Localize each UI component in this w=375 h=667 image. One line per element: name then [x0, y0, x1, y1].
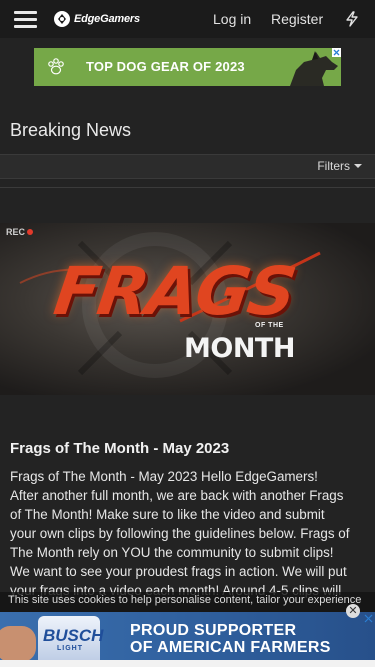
article-title[interactable]: Frags of The Month - May 2023: [10, 440, 229, 457]
close-ad-icon[interactable]: ✕: [346, 604, 360, 618]
ad-brand-sub: LIGHT: [57, 645, 83, 652]
site-logo[interactable]: EdgeGamers: [53, 10, 140, 28]
article-banner-image[interactable]: REC FRAGS OF THE MONTH: [0, 223, 375, 395]
top-advertisement[interactable]: TOP DOG GEAR OF 2023: [34, 48, 341, 86]
filters-button[interactable]: Filters: [317, 159, 362, 173]
caret-down-icon: [354, 164, 362, 168]
ad-close-icon[interactable]: [332, 48, 341, 57]
brand-name: EdgeGamers: [74, 13, 140, 25]
article-line: your own clips by following the guidelin…: [10, 526, 350, 541]
record-dot-icon: [27, 229, 34, 235]
top-navigation-bar: EdgeGamers Log in Register: [0, 0, 375, 38]
cookie-notice: This site uses cookies to help personali…: [0, 592, 375, 612]
hand-image: [0, 626, 36, 660]
login-link[interactable]: Log in: [213, 11, 251, 27]
article-line: of The Month! Make sure to like the vide…: [10, 507, 325, 522]
ad-line-2: OF AMERICAN FARMERS: [130, 639, 331, 656]
banner-of-the: OF THE: [255, 322, 284, 329]
article-line: The Month rely on YOU the community to s…: [10, 545, 334, 560]
article-line: We want to see your proudest frags in ac…: [10, 564, 347, 579]
paw-icon: [48, 58, 64, 75]
bottom-strip: [0, 660, 375, 667]
divider: [0, 187, 375, 188]
ad-line-1: PROUD SUPPORTER: [130, 622, 297, 639]
register-link[interactable]: Register: [271, 11, 323, 27]
article-line: Frags of The Month - May 2023 Hello Edge…: [10, 469, 318, 484]
rec-label: REC: [6, 227, 26, 237]
filter-bar: Filters: [0, 154, 375, 179]
article-line: After another full month, we are back wi…: [10, 488, 344, 503]
filters-label: Filters: [317, 159, 350, 173]
ad-brand: BUSCH: [43, 626, 104, 645]
edgegamers-logo-icon: [54, 11, 70, 27]
whats-new-bolt-icon[interactable]: [345, 11, 359, 27]
article-snippet: Frags of The Month - May 2023 Hello Edge…: [10, 467, 368, 600]
ad-headline: TOP DOG GEAR OF 2023: [86, 59, 245, 74]
ad-info-icon[interactable]: [364, 614, 373, 623]
rec-indicator: REC: [6, 227, 34, 237]
bottom-advertisement[interactable]: BUSCH LIGHT PROUD SUPPORTER OF AMERICAN …: [0, 612, 375, 660]
page-title: Breaking News: [10, 120, 132, 140]
menu-icon[interactable]: [14, 11, 37, 28]
cookie-text: This site uses cookies to help personali…: [8, 594, 362, 606]
banner-month: MONTH: [184, 333, 295, 364]
banner-title: FRAGS: [49, 253, 300, 330]
